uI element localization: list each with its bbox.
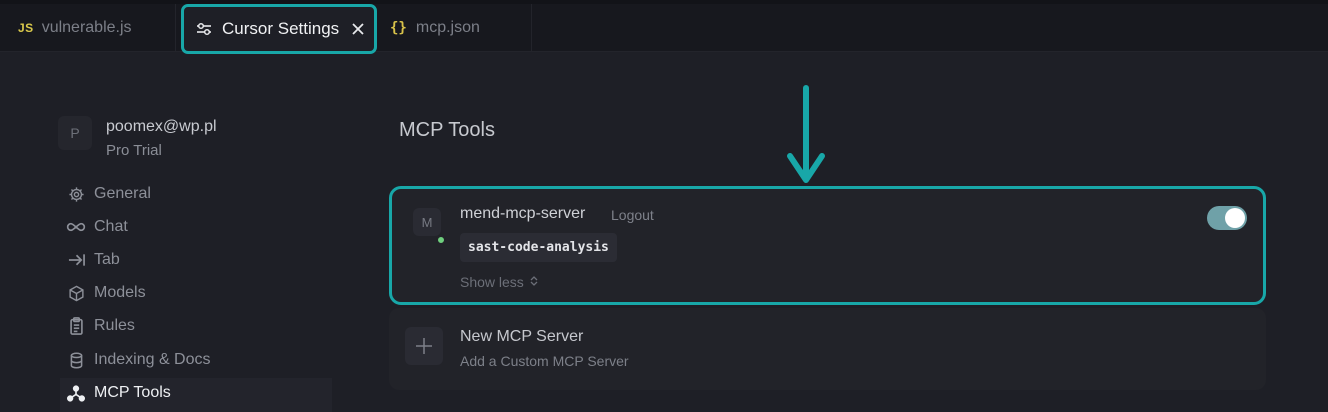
sidebar-item-label: MCP Tools	[94, 384, 171, 401]
show-less-button[interactable]: Show less	[460, 274, 538, 290]
tab-arrow-icon	[66, 253, 86, 267]
database-icon	[66, 352, 86, 369]
sidebar-item-label: Tab	[94, 251, 120, 268]
annotation-arrow	[787, 85, 825, 183]
show-less-label: Show less	[460, 274, 524, 290]
tab-vulnerable-js[interactable]: JS vulnerable.js	[0, 4, 176, 52]
server-avatar: M	[413, 208, 441, 236]
new-mcp-server-card[interactable]	[389, 308, 1266, 390]
tab-label: Cursor Settings	[222, 19, 340, 38]
tool-chip[interactable]: sast-code-analysis	[460, 233, 617, 262]
close-icon[interactable]	[351, 22, 365, 36]
sidebar-item-tab[interactable]: Tab	[66, 248, 120, 272]
infinity-icon	[66, 221, 86, 233]
sidebar-item-label: Chat	[94, 218, 128, 235]
chevron-up-down-icon	[530, 275, 538, 289]
sidebar-item-indexing-docs[interactable]: Indexing & Docs	[66, 348, 211, 372]
tab-label: mcp.json	[415, 19, 480, 36]
sliders-icon	[196, 22, 212, 36]
plus-icon	[416, 338, 432, 354]
sidebar-item-rules[interactable]: Rules	[66, 314, 135, 338]
sidebar-item-mcp-tools[interactable]: MCP Tools	[66, 381, 171, 405]
tab-label: vulnerable.js	[41, 19, 132, 36]
tab-cursor-settings[interactable]: Cursor Settings	[181, 4, 377, 54]
sidebar-item-models[interactable]: Models	[66, 281, 146, 305]
sidebar-item-label: Rules	[94, 317, 135, 334]
cube-icon	[66, 285, 86, 302]
clipboard-icon	[66, 317, 86, 335]
server-name: mend-mcp-server	[460, 205, 586, 222]
status-indicator	[436, 235, 446, 245]
toggle-knob	[1225, 208, 1245, 228]
sidebar-item-label: General	[94, 185, 151, 202]
user-email: poomex@wp.pl	[106, 118, 217, 135]
json-braces-icon: {}	[390, 20, 407, 36]
tab-bar: JS vulnerable.js Cursor Settings {} mcp.…	[0, 0, 1328, 54]
user-plan: Pro Trial	[106, 142, 162, 159]
gear-icon	[66, 186, 86, 203]
sidebar-item-label: Indexing & Docs	[94, 351, 211, 368]
new-server-subtitle: Add a Custom MCP Server	[460, 353, 629, 369]
page-title: MCP Tools	[399, 119, 495, 141]
js-file-icon: JS	[18, 21, 34, 35]
logout-link[interactable]: Logout	[611, 207, 654, 223]
new-server-title: New MCP Server	[460, 328, 584, 345]
add-server-button[interactable]	[405, 327, 443, 365]
avatar: P	[58, 116, 92, 150]
mcp-nodes-icon	[66, 384, 86, 402]
sidebar-item-general[interactable]: General	[66, 182, 151, 206]
tab-mcp-json[interactable]: {} mcp.json	[380, 4, 532, 52]
sidebar-item-chat[interactable]: Chat	[66, 215, 128, 239]
sidebar-item-label: Models	[94, 284, 146, 301]
server-enabled-toggle[interactable]	[1207, 206, 1247, 230]
